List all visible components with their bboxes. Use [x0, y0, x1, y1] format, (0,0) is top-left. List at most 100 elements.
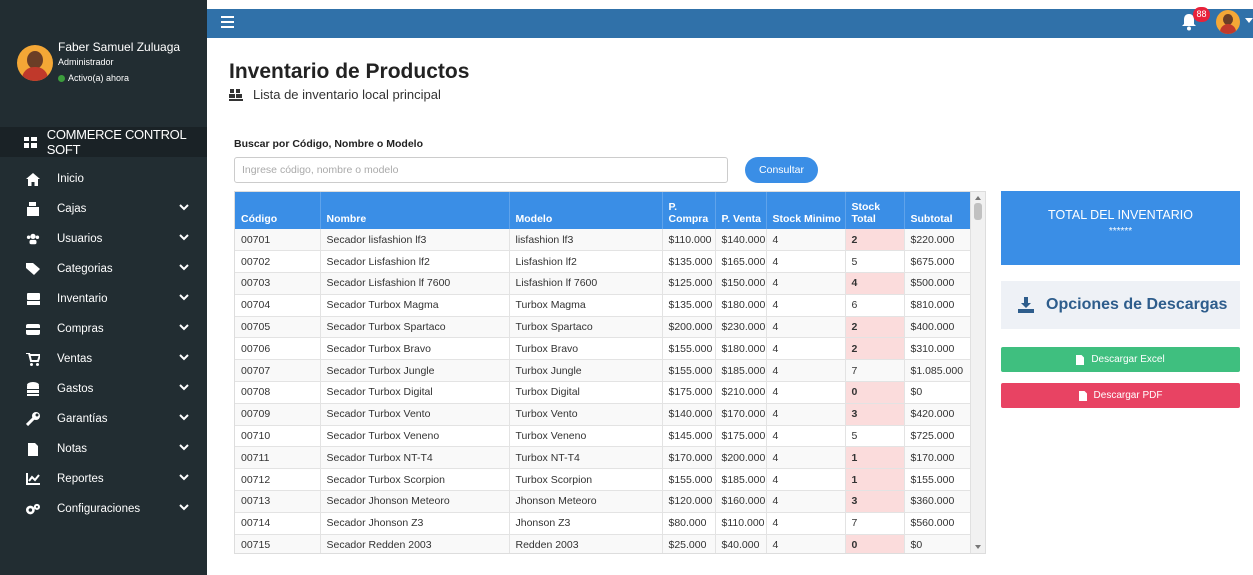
- cell-minimo: 4: [766, 403, 846, 426]
- sidebar-item-notas[interactable]: Notas: [0, 434, 207, 464]
- sidebar-item-cajas[interactable]: Cajas: [0, 194, 207, 224]
- sidebar-item-inicio[interactable]: Inicio: [0, 164, 207, 194]
- table-row[interactable]: 00705 Secador Turbox Spartaco Turbox Spart…: [235, 316, 972, 339]
- scroll-down-icon[interactable]: [975, 545, 981, 549]
- table-row[interactable]: 00707 Secador Turbox Jungle Turbox Jungle $…: [235, 359, 972, 383]
- sidebar-item-compras[interactable]: Compras: [0, 314, 207, 344]
- inventory-table: Código Nombre Modelo P. Compra P. Venta …: [235, 192, 972, 553]
- table-scrollbar[interactable]: [970, 192, 985, 553]
- table-row[interactable]: 00702 Secador Lisfashion lf2 Lisfashion lf…: [235, 250, 972, 274]
- cell-subtotal: $360.000: [904, 490, 972, 513]
- cell-minimo: 4: [766, 337, 846, 361]
- hamburger-menu-icon[interactable]: [221, 16, 234, 28]
- sidebar-item-label: Configuraciones: [57, 503, 141, 515]
- cart-icon: [26, 352, 40, 366]
- column-header-p-venta[interactable]: P. Venta: [715, 192, 767, 229]
- cell-subtotal: $0: [904, 381, 972, 404]
- pallet-boxes-icon: [229, 88, 243, 101]
- cell-nombre: Secador Turbox Spartaco: [320, 316, 510, 339]
- column-header-stock-total[interactable]: Stock Total: [845, 192, 905, 229]
- sidebar-item-configuraciones[interactable]: Configuraciones: [0, 494, 207, 524]
- sidebar-item-reportes[interactable]: Reportes: [0, 464, 207, 494]
- cell-compra: $120.000: [662, 490, 716, 513]
- search-input[interactable]: [234, 157, 728, 183]
- cell-compra: $25.000: [662, 534, 716, 553]
- scrollbar-thumb[interactable]: [974, 203, 982, 220]
- cell-nombre: Secador Lisfashion lf 7600: [320, 272, 510, 295]
- cell-minimo: 4: [766, 446, 846, 470]
- cell-modelo: Turbox Veneno: [509, 425, 663, 448]
- cell-venta: $185.000: [715, 468, 767, 492]
- inventory-table-container[interactable]: Código Nombre Modelo P. Compra P. Venta …: [234, 191, 986, 554]
- cell-compra: $110.000: [662, 229, 716, 252]
- top-user-avatar[interactable]: [1216, 10, 1240, 34]
- tags-icon: [26, 262, 40, 276]
- table-row[interactable]: 00711 Secador Turbox NT-T4 Turbox NT-T4 $17…: [235, 446, 972, 470]
- cell-minimo: 4: [766, 512, 846, 535]
- column-header-codigo[interactable]: Código: [235, 192, 321, 229]
- online-dot-icon: [58, 75, 65, 83]
- cell-minimo: 4: [766, 381, 846, 404]
- cell-subtotal: $725.000: [904, 425, 972, 448]
- search-label: Buscar por Código, Nombre o Modelo: [234, 138, 424, 150]
- column-header-stock-minimo[interactable]: Stock Minimo: [766, 192, 846, 229]
- table-row[interactable]: 00701 Secador lisfashion lf3 lisfashion lf…: [235, 229, 972, 252]
- cell-compra: $80.000: [662, 512, 716, 535]
- cell-nombre: Secador Jhonson Meteoro: [320, 490, 510, 513]
- table-row[interactable]: 00703 Secador Lisfashion lf 7600 Lisfashio…: [235, 272, 972, 295]
- cell-compra: $175.000: [662, 381, 716, 404]
- caret-down-icon[interactable]: [1245, 18, 1253, 23]
- download-excel-button[interactable]: Descargar Excel: [1001, 347, 1240, 372]
- cell-codigo: 00713: [235, 490, 321, 513]
- table-row[interactable]: 00712 Secador Turbox Scorpion Turbox Scorp…: [235, 468, 972, 492]
- cell-modelo: Turbox Bravo: [509, 337, 663, 361]
- cell-modelo: Turbox Scorpion: [509, 468, 663, 492]
- cell-subtotal: $155.000: [904, 468, 972, 492]
- cell-compra: $200.000: [662, 316, 716, 339]
- cell-subtotal: $170.000: [904, 446, 972, 470]
- home-icon: [26, 172, 40, 186]
- table-row[interactable]: 00715 Secador Redden 2003 Redden 2003 $25.0…: [235, 534, 972, 553]
- cell-modelo: Redden 2003: [509, 534, 663, 553]
- sidebar-item-ventas[interactable]: Ventas: [0, 344, 207, 374]
- cell-modelo: Turbox NT-T4: [509, 446, 663, 470]
- cell-minimo: 4: [766, 490, 846, 513]
- cell-nombre: Secador Turbox Bravo: [320, 337, 510, 361]
- brand[interactable]: COMMERCE CONTROL SOFT: [0, 127, 207, 157]
- column-header-p-compra[interactable]: P. Compra: [662, 192, 716, 229]
- sidebar-item-gastos[interactable]: Gastos: [0, 374, 207, 404]
- chart-line-icon: [26, 472, 40, 486]
- scroll-up-icon[interactable]: [975, 196, 981, 200]
- table-row[interactable]: 00710 Secador Turbox Veneno Turbox Veneno $…: [235, 425, 972, 448]
- sidebar-item-usuarios[interactable]: Usuarios: [0, 224, 207, 254]
- table-row[interactable]: 00709 Secador Turbox Vento Turbox Vento $14…: [235, 403, 972, 426]
- cell-codigo: 00705: [235, 316, 321, 339]
- sidebar-item-inventario[interactable]: Inventario: [0, 284, 207, 314]
- table-row[interactable]: 00713 Secador Jhonson Meteoro Jhonson Mete…: [235, 490, 972, 513]
- sidebar-item-categorias[interactable]: Categorias: [0, 254, 207, 284]
- page-subtitle-text: Lista de inventario local principal: [253, 87, 441, 102]
- cell-nombre: Secador Turbox NT-T4: [320, 446, 510, 470]
- sidebar-item-garantias[interactable]: Garantías: [0, 404, 207, 434]
- chevron-down-icon: [179, 474, 189, 481]
- cell-subtotal: $0: [904, 534, 972, 553]
- cell-codigo: 00706: [235, 337, 321, 361]
- table-row[interactable]: 00704 Secador Turbox Magma Turbox Magma $13…: [235, 294, 972, 317]
- table-row[interactable]: 00714 Secador Jhonson Z3 Jhonson Z3 $80.000…: [235, 512, 972, 535]
- download-icon: [1018, 297, 1034, 313]
- download-pdf-button[interactable]: Descargar PDF: [1001, 383, 1240, 408]
- chevron-down-icon: [179, 444, 189, 451]
- column-header-subtotal[interactable]: Subtotal: [904, 192, 972, 229]
- consultar-button[interactable]: Consultar: [745, 157, 818, 183]
- page-title: Inventario de Productos: [229, 60, 470, 83]
- table-row[interactable]: 00708 Secador Turbox Digital Turbox Digita…: [235, 381, 972, 404]
- cell-minimo: 4: [766, 359, 846, 383]
- column-header-modelo[interactable]: Modelo: [509, 192, 663, 229]
- chevron-down-icon: [179, 414, 189, 421]
- cell-subtotal: $500.000: [904, 272, 972, 295]
- sidebar-item-label: Notas: [57, 443, 88, 455]
- cell-codigo: 00702: [235, 250, 321, 274]
- column-header-nombre[interactable]: Nombre: [320, 192, 510, 229]
- table-row[interactable]: 00706 Secador Turbox Bravo Turbox Bravo $15…: [235, 337, 972, 361]
- cell-nombre: Secador Jhonson Z3: [320, 512, 510, 535]
